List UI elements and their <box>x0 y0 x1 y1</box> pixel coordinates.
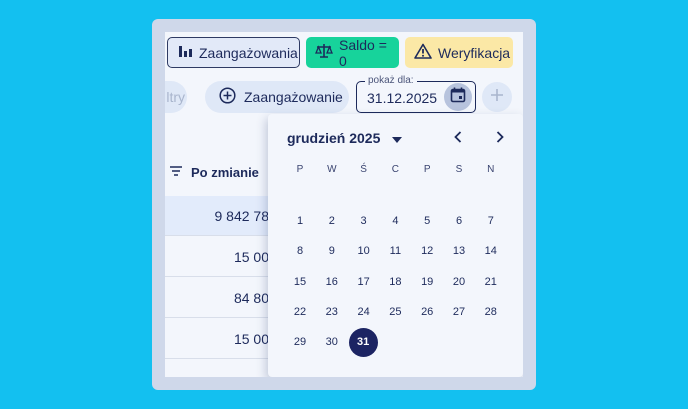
add-zaangazowanie-button[interactable]: Zaangażowanie <box>205 81 349 113</box>
date-field[interactable]: pokaż dla: 31.12.2025 <box>356 75 476 113</box>
calendar-day[interactable]: 23 <box>317 298 347 326</box>
weekday-header: S <box>455 164 463 175</box>
main-panel: Zaangażowania Saldo = 0 Weryfikacja ltry… <box>165 32 523 377</box>
column-header-po-zmianie[interactable]: Po zmianie <box>165 152 275 192</box>
calendar-day[interactable]: 13 <box>444 237 474 265</box>
chevron-right-icon <box>495 130 505 148</box>
calendar-day[interactable]: 19 <box>412 268 442 296</box>
calendar-day[interactable]: 16 <box>317 268 347 296</box>
next-month-button[interactable] <box>488 127 512 151</box>
calendar-day[interactable]: 18 <box>380 268 410 296</box>
calendar-day[interactable]: 10 <box>349 237 379 265</box>
table-row[interactable]: 84 80 <box>165 278 275 318</box>
add-button[interactable] <box>482 82 512 112</box>
plus-icon <box>490 88 504 107</box>
sort-icon <box>169 165 183 180</box>
filters-label: ltry <box>166 89 185 105</box>
calendar-day[interactable]: 29 <box>285 328 315 356</box>
table-row[interactable]: 15 00 <box>165 319 275 359</box>
calendar-day[interactable]: 9 <box>317 237 347 265</box>
add-zaangazowanie-label: Zaangażowanie <box>244 89 343 105</box>
tab-zaangazowania[interactable]: Zaangażowania <box>167 37 300 68</box>
calendar-day[interactable]: 11 <box>380 237 410 265</box>
weekday-header: P <box>296 164 304 175</box>
calendar-day[interactable]: 2 <box>317 207 347 235</box>
tab-saldo-label: Saldo = 0 <box>339 36 387 69</box>
calendar-day[interactable]: 12 <box>412 237 442 265</box>
calendar-day[interactable]: 28 <box>476 298 506 326</box>
app-frame: Zaangażowania Saldo = 0 Weryfikacja ltry… <box>152 19 536 390</box>
calendar-day[interactable]: 21 <box>476 268 506 296</box>
month-label: grudzień 2025 <box>287 130 381 146</box>
calendar-toggle-button[interactable] <box>444 83 472 111</box>
plus-circle-icon <box>219 87 236 107</box>
tab-saldo[interactable]: Saldo = 0 <box>306 36 399 69</box>
calendar-icon <box>450 87 466 108</box>
table-row[interactable]: 9 842 78 <box>165 196 275 236</box>
calendar-day[interactable]: 24 <box>349 298 379 326</box>
calendar-day[interactable]: 1 <box>285 207 315 235</box>
date-field-value: 31.12.2025 <box>367 90 438 106</box>
table-row[interactable]: 15 00 <box>165 237 275 277</box>
calendar-day[interactable]: 30 <box>317 328 347 356</box>
weekday-header: C <box>391 164 399 175</box>
weekday-header: N <box>487 164 495 175</box>
weekday-header: P <box>423 164 431 175</box>
calendar-day[interactable]: 5 <box>412 207 442 235</box>
calendar-day[interactable]: 14 <box>476 237 506 265</box>
date-field-label: pokaż dla: <box>365 75 417 87</box>
date-picker-popup: grudzień 2025 P W Ś C P S N 1 2 3 4 5 6 7 8 9 10 11 12 13 14… <box>268 114 523 377</box>
calendar-day[interactable]: 17 <box>349 268 379 296</box>
calendar-day[interactable]: 6 <box>444 207 474 235</box>
chevron-left-icon <box>453 130 463 148</box>
calendar-day-selected[interactable]: 31 <box>348 328 378 358</box>
bar-chart-icon <box>177 43 193 62</box>
filters-button[interactable]: ltry <box>165 81 187 113</box>
weekday-header: W <box>327 164 337 175</box>
month-selector[interactable]: grudzień 2025 <box>287 130 403 146</box>
calendar-day[interactable]: 4 <box>380 207 410 235</box>
calendar-day[interactable]: 8 <box>285 237 315 265</box>
caret-down-icon <box>392 130 403 146</box>
tab-zaangazowania-label: Zaangażowania <box>199 44 298 61</box>
calendar-day[interactable]: 25 <box>380 298 410 326</box>
calendar-day[interactable]: 26 <box>412 298 442 326</box>
calendar-day[interactable]: 7 <box>476 207 506 235</box>
column-header-label: Po zmianie <box>191 164 259 180</box>
tab-weryfikacja-label: Weryfikacja <box>438 44 511 61</box>
calendar-day[interactable]: 3 <box>349 207 379 235</box>
prev-month-button[interactable] <box>446 127 470 151</box>
warning-icon <box>414 43 432 62</box>
calendar-day[interactable]: 15 <box>285 268 315 296</box>
calendar-day[interactable]: 27 <box>444 298 474 326</box>
calendar-day[interactable]: 20 <box>444 268 474 296</box>
scale-icon <box>315 43 333 62</box>
weekday-header: Ś <box>360 164 367 175</box>
tab-weryfikacja[interactable]: Weryfikacja <box>405 37 513 68</box>
calendar-day[interactable]: 22 <box>285 298 315 326</box>
